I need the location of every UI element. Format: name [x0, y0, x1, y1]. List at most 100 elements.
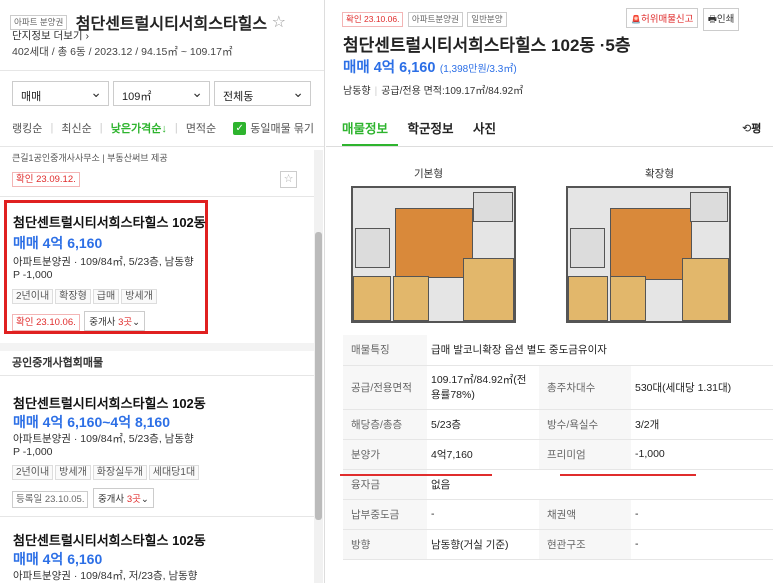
floorplan-basic-image[interactable] — [351, 186, 516, 323]
report-label: 허위매물신고 — [640, 14, 694, 25]
complex-info-link[interactable]: 단지정보 더보기 › — [12, 28, 89, 43]
detail-tabs: 매물정보 학군정보 사진 — [342, 118, 512, 137]
table-row: 매물특징 급매 발코니확장 옵션 별도 중도금유이자 — [343, 335, 773, 366]
feature-tag: 방세개 — [121, 289, 157, 304]
detail-panel: 확인 23.10.06. 아파트분양권 일반분양 🚨허위매물신고 🖶인쇄 첨단센… — [326, 0, 773, 583]
area-unit-toggle[interactable]: ⟲평 — [742, 120, 761, 136]
checkbox-checked-icon: ✓ — [233, 121, 247, 135]
row-value: 급매 발코니확장 옵션 별도 중도금유이자 — [427, 335, 773, 366]
listing-price: 매매 4억 6,160 — [13, 235, 103, 251]
feature-tag: 방세개 — [55, 465, 91, 480]
confirm-date-tag: 확인 23.10.06. — [12, 314, 80, 331]
chevron-down-icon: ⌄ — [132, 317, 141, 328]
listing-price: 매매 4억 6,160 — [13, 551, 103, 567]
row-value: - — [631, 499, 773, 530]
refresh-icon: ⟲ — [742, 123, 752, 135]
listing-panel: 아파트 분양권 첨단센트럴시티서희스타힐스 ☆ 단지정보 더보기 › 402세대 … — [0, 0, 325, 583]
tab-listing-info[interactable]: 매물정보 — [342, 118, 388, 137]
listing-footer: 확인 23.10.06. 중개사 3곳⌄ — [12, 311, 146, 331]
divider: | — [99, 122, 103, 134]
listing-price: 매매 4억 6,160~4억 8,160 — [13, 414, 171, 430]
print-label: 인쇄 — [716, 14, 735, 25]
row-key: 방수/욕실수 — [539, 409, 631, 440]
agency-text: 큰길1공인중개사사무소 | 부동산써브 제공 — [12, 153, 168, 163]
chevron-down-icon: ⌄ — [292, 84, 304, 100]
table-row: 방향 남동향(거실 기준) 현관구조 - — [343, 529, 773, 560]
complex-name: 첨단센트럴시티서희스타힐스 — [75, 16, 268, 33]
listing-tags: 2년이내 방세개 화장실두개 세대당1대 — [12, 462, 201, 480]
siren-icon: 🚨 — [631, 15, 641, 24]
row-key: 채권액 — [539, 499, 631, 530]
row-value: - — [631, 529, 773, 560]
row-value: 남동향(거실 기준) — [427, 529, 539, 560]
favorite-star-icon[interactable]: ☆ — [272, 14, 286, 31]
scrollbar-thumb[interactable] — [315, 232, 322, 520]
table-row: 해당층/총층 5/23층 방수/욕실수 3/2개 — [343, 409, 773, 440]
row-key: 해당층/총층 — [343, 409, 427, 440]
area-label: 공급/전용 면적: — [381, 86, 445, 97]
feature-tag: 급매 — [92, 289, 120, 304]
app-root: 아파트 분양권 첨단센트럴시티서희스타힐스 ☆ 단지정보 더보기 › 402세대 … — [0, 0, 773, 583]
row-key: 총주차대수 — [539, 365, 631, 410]
trade-type-value: 매매 — [21, 91, 42, 103]
listing-info: 아파트분양권 · 109/84㎡, 저/23층, 남동향 — [13, 570, 198, 582]
agents-count: 3곳 — [126, 494, 141, 505]
direction: 남동향 — [343, 86, 371, 97]
sort-low-price[interactable]: 낮은가격순↓ — [111, 120, 167, 136]
sort-ranking[interactable]: 랭킹순 — [12, 120, 42, 136]
row-key: 방향 — [343, 529, 427, 560]
tab-photos[interactable]: 사진 — [473, 118, 496, 137]
listing-tags: 2년이내 확장형 급매 방세개 — [12, 286, 159, 304]
tab-school-info[interactable]: 학군정보 — [408, 118, 454, 137]
sale-type-tag: 일반분양 — [467, 12, 507, 27]
sort-area[interactable]: 면적순 — [186, 120, 216, 136]
report-false-listing-button[interactable]: 🚨허위매물신고 — [626, 8, 699, 28]
floorplan-extended-image[interactable] — [566, 186, 731, 323]
row-value: 109.17㎡/84.92㎡(전용률78%) — [427, 365, 539, 410]
chevron-down-icon: ⌄ — [191, 84, 203, 100]
confirm-date-tag: 확인 23.09.12. — [12, 172, 80, 187]
divider: | — [50, 122, 54, 134]
feature-tag: 2년이내 — [12, 289, 54, 304]
detail-title: 첨단센트럴시티서희스타힐스 102동 ·5층 — [343, 36, 631, 55]
listing-info: 아파트분양권 · 109/84㎡, 5/23층, 남동향 — [13, 256, 194, 268]
detail-price: 매매 4억 6,160 — [343, 60, 436, 76]
floorplan-extended-label: 확장형 — [645, 168, 674, 180]
area-value: 109.17㎡/84.92㎡ — [444, 86, 524, 97]
favorite-star-icon[interactable]: ☆ — [280, 171, 297, 188]
listing-premium: P -1,000 — [13, 446, 53, 458]
detail-summary: 남동향 | 공급/전용 면적:109.17㎡/84.92㎡ — [343, 86, 524, 97]
price-per-area: (1,398만원/3.3㎡) — [439, 64, 517, 75]
trade-type-select[interactable]: 매매 ⌄ — [12, 81, 109, 106]
listing-title[interactable]: 첨단센트럴시티서희스타힐스 102동 — [13, 530, 206, 549]
table-row: 납부중도금 - 채권액 - — [343, 499, 773, 530]
row-value: - — [427, 499, 539, 530]
annotation-underline — [560, 474, 696, 476]
chevron-down-icon: ⌄ — [140, 494, 149, 505]
row-value: 530대(세대당 1.31대) — [631, 365, 773, 410]
building-select[interactable]: 전체동 ⌄ — [214, 81, 311, 106]
listing-title[interactable]: 첨단센트럴시티서희스타힐스 102동 — [13, 212, 206, 231]
chevron-right-icon: › — [85, 30, 90, 42]
agents-dropdown[interactable]: 중개사 3곳⌄ — [92, 488, 154, 508]
row-key: 프리미엄 — [539, 439, 631, 470]
area-unit-label: 평 — [751, 123, 762, 135]
print-button[interactable]: 🖶인쇄 — [702, 8, 740, 31]
listing-info: 아파트분양권 · 109/84㎡, 5/23층, 남동향 — [13, 433, 194, 445]
sort-bar: 랭킹순 | 최신순 | 낮은가격순↓ | 면적순 ✓ 동일매물 묶기 — [12, 120, 314, 140]
detail-price-row: 매매 4억 6,160 (1,398만원/3.3㎡) — [343, 56, 517, 77]
row-value: 4억7,160 — [427, 439, 539, 470]
building-value: 전체동 — [223, 91, 254, 103]
complex-summary: 402세대 / 총 6동 / 2023.12 / 94.15㎡ ~ 109.17… — [12, 46, 233, 58]
sort-latest[interactable]: 최신순 — [61, 120, 91, 136]
group-same-listing-toggle[interactable]: ✓ 동일매물 묶기 — [233, 120, 314, 136]
confirm-date-tag: 확인 23.10.06. — [342, 12, 404, 27]
row-key: 납부중도금 — [343, 499, 427, 530]
agents-label: 중개사 — [89, 317, 116, 328]
row-key: 분양가 — [343, 439, 427, 470]
detail-tags: 확인 23.10.06. 아파트분양권 일반분양 — [342, 9, 507, 27]
agents-dropdown[interactable]: 중개사 3곳⌄ — [84, 311, 146, 331]
area-select[interactable]: 109㎡ ⌄ — [113, 81, 210, 106]
listing-title[interactable]: 첨단센트럴시티서희스타힐스 102동 — [13, 393, 206, 412]
table-row: 공급/전용면적 109.17㎡/84.92㎡(전용률78%) 총주차대수 530… — [343, 365, 773, 410]
